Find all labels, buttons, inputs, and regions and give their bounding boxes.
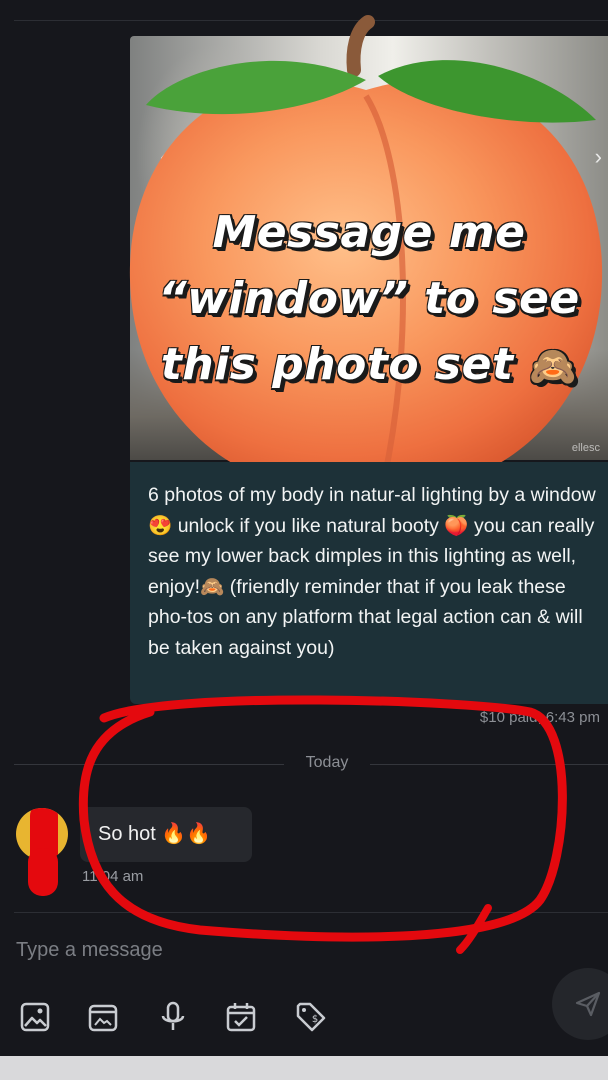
see-no-evil-monkey-icon: 🙈 [529,344,578,388]
next-photo-icon[interactable]: › [595,144,602,170]
incoming-message-text: So hot 🔥🔥 [98,823,212,845]
image-icon[interactable] [18,1000,52,1034]
overlay-line-2: “window” to see [158,273,580,324]
send-icon [575,991,601,1017]
calendar-check-icon[interactable] [224,1000,258,1034]
message-input[interactable] [0,930,540,970]
incoming-message-bubble[interactable]: So hot 🔥🔥 [80,807,252,862]
photo-watermark: ellesc [571,442,600,454]
date-divider-label: Today [305,754,349,771]
microphone-icon[interactable] [156,1000,190,1034]
previous-photo-icon[interactable]: ‹ [160,144,167,170]
post-caption-bubble: 6 photos of my body in natur-al lighting… [130,462,608,704]
overlay-line-1: Message me [212,207,526,258]
date-divider-right [370,764,608,765]
svg-text:$: $ [312,1014,318,1025]
price-tag-icon[interactable]: $ [294,1000,328,1034]
post-caption-text: 6 photos of my body in natur-al lighting… [148,484,596,659]
message-timestamp: 11:04 am [82,868,144,885]
date-divider-left [14,764,284,765]
system-nav-bar [0,1056,608,1080]
payment-status: $10 paid, 6:43 pm [479,709,600,726]
send-button[interactable] [552,968,608,1040]
redaction-scribble-tail [28,848,58,896]
composer-divider [14,912,608,913]
gallery-icon[interactable] [86,1000,120,1034]
photo-overlay-text: Message me “window” to see this photo se… [130,200,608,399]
top-divider [14,20,608,21]
overlay-line-3: this photo set [160,339,514,390]
